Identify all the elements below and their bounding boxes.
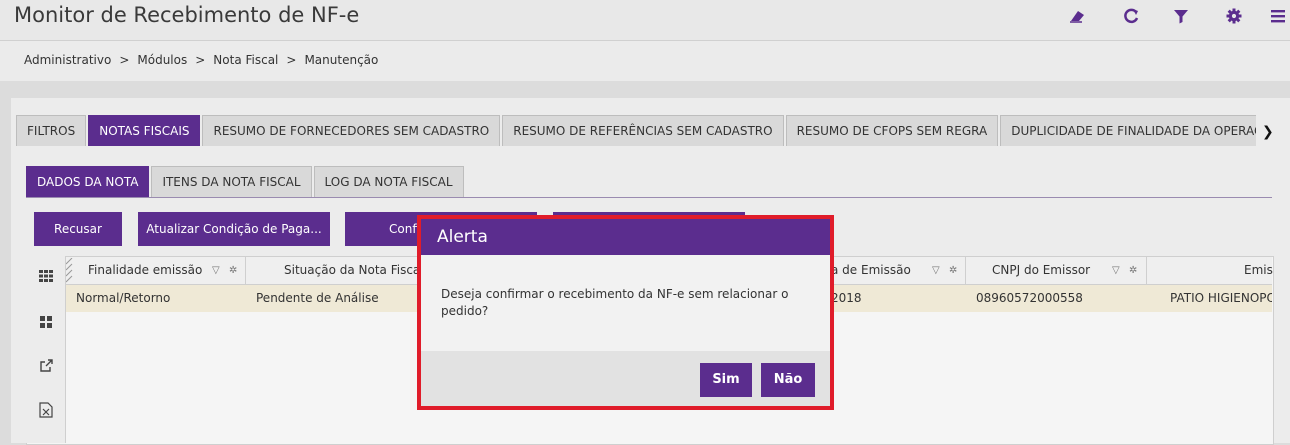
filter-icon[interactable]: ▽	[932, 257, 940, 284]
column-header-cnpj[interactable]: CNPJ do Emissor	[992, 257, 1090, 284]
filter-icon[interactable]: ▽	[212, 257, 220, 284]
main-tab-strip: FILTROS NOTAS FISCAIS RESUMO DE FORNECED…	[16, 115, 1256, 147]
external-link-icon[interactable]	[38, 359, 54, 375]
refresh-icon[interactable]	[1119, 6, 1143, 30]
eraser-icon[interactable]	[1065, 6, 1089, 30]
tab-filtros[interactable]: FILTROS	[16, 115, 87, 146]
atualizar-condicao-button[interactable]: Atualizar Condição de Paga...	[138, 212, 330, 246]
cell-cnpj: 08960572000558	[976, 291, 1083, 305]
breadcrumb-item: Manutenção	[304, 53, 379, 67]
sub-tab-strip: DADOS DA NOTA ITENS DA NOTA FISCAL LOG D…	[26, 166, 466, 197]
column-divider	[245, 257, 246, 284]
tab-notas-fiscais[interactable]: NOTAS FISCAIS	[88, 115, 201, 146]
cell-data-emissao: 2018	[831, 291, 862, 305]
column-header-situacao[interactable]: Situação da Nota Fiscal	[284, 257, 424, 284]
grid-view-icon[interactable]	[38, 269, 54, 285]
column-header-finalidade[interactable]: Finalidade emissão	[88, 257, 202, 284]
tab-resumo-referencias[interactable]: RESUMO DE REFERÊNCIAS SEM CADASTRO	[502, 115, 784, 146]
column-header-emissor[interactable]: Emis	[1244, 257, 1273, 284]
cell-emissor: PATIO HIGIENOPO	[1170, 291, 1272, 305]
filter-icon[interactable]: ▽	[1112, 257, 1120, 284]
tab-log-da-nota[interactable]: LOG DA NOTA FISCAL	[313, 166, 464, 197]
dialog-title: Alerta	[437, 227, 488, 247]
tab-resumo-cfops[interactable]: RESUMO DE CFOPS SEM REGRA	[785, 115, 999, 146]
column-divider	[1146, 257, 1147, 284]
tab-resumo-fornecedores[interactable]: RESUMO DE FORNECEDORES SEM CADASTRO	[202, 115, 501, 146]
breadcrumb: Administrativo > Módulos > Nota Fiscal > Manut…	[24, 53, 378, 67]
menu-icon[interactable]	[1266, 6, 1290, 30]
cell-situacao: Pendente de Análise	[256, 291, 379, 305]
tab-duplicidade-finalidade[interactable]: DUPLICIDADE DE FINALIDADE DA OPERAÇÃO	[1000, 115, 1256, 146]
filter-icon[interactable]	[1169, 6, 1193, 30]
breadcrumb-separator: >	[119, 53, 130, 67]
tab-underline	[26, 197, 1272, 198]
resize-handle-icon	[66, 258, 73, 283]
column-header-data-emissao[interactable]: a de Emissão	[831, 257, 911, 284]
cell-finalidade: Normal/Retorno	[76, 291, 171, 305]
breadcrumb-separator: >	[286, 53, 297, 67]
chevron-right-icon[interactable]: ❯	[1262, 124, 1274, 140]
column-divider	[965, 257, 966, 284]
dialog-message: Deseja confirmar o recebimento da NF-e s…	[441, 287, 789, 318]
nao-button[interactable]: Não	[761, 363, 815, 397]
breadcrumb-item[interactable]: Nota Fiscal	[213, 53, 278, 67]
breadcrumb-item[interactable]: Módulos	[137, 53, 187, 67]
sim-button[interactable]: Sim	[700, 363, 752, 397]
recusar-button[interactable]: Recusar	[34, 212, 122, 246]
gear-icon[interactable]: ✲	[1129, 257, 1137, 284]
tab-itens-da-nota[interactable]: ITENS DA NOTA FISCAL	[151, 166, 312, 197]
gear-icon[interactable]	[1222, 6, 1246, 30]
breadcrumb-item[interactable]: Administrativo	[24, 53, 111, 67]
page-title: Monitor de Recebimento de NF-e	[14, 3, 360, 27]
gear-icon[interactable]: ✲	[229, 257, 237, 284]
breadcrumb-separator: >	[195, 53, 206, 67]
tab-dados-da-nota[interactable]: DADOS DA NOTA	[26, 166, 150, 197]
gear-icon[interactable]: ✲	[949, 257, 957, 284]
excel-export-icon[interactable]	[38, 402, 54, 418]
card-view-icon[interactable]	[38, 315, 54, 331]
